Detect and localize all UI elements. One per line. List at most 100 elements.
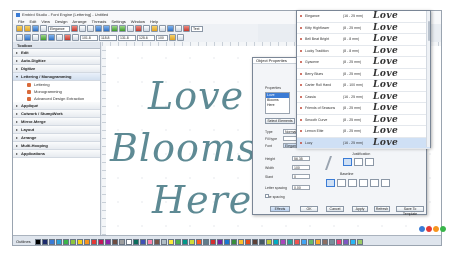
slant-field[interactable]: 0: [292, 174, 310, 179]
thread-color-swatch[interactable]: [167, 238, 174, 245]
menu-arrange[interactable]: Arrange: [72, 19, 86, 24]
justify-center-button[interactable]: [354, 158, 363, 166]
baseline-custom-button[interactable]: [381, 179, 390, 187]
save-button[interactable]: [32, 25, 39, 32]
design-text-here[interactable]: Here: [152, 178, 252, 222]
sidebar-subitem-extraction[interactable]: Advanced Design Extraction: [13, 95, 100, 102]
cut-button[interactable]: [71, 25, 78, 32]
scroll-thumb[interactable]: [427, 21, 430, 41]
copy-button[interactable]: [79, 25, 86, 32]
menu-help[interactable]: Help: [150, 19, 158, 24]
hoop-button[interactable]: [143, 25, 150, 32]
baseline-circle-button[interactable]: [359, 179, 368, 187]
thread-color-swatch[interactable]: [188, 238, 195, 245]
go-icon[interactable]: [440, 226, 446, 232]
baseline-wave-button[interactable]: [370, 179, 379, 187]
thread-color-swatch[interactable]: [34, 238, 41, 245]
apply-size-button[interactable]: [169, 34, 176, 41]
effects-button[interactable]: Effects: [270, 206, 290, 212]
select-tool-button[interactable]: [16, 34, 23, 41]
line-spacing-checkbox[interactable]: [265, 194, 269, 198]
sidebar-item-mirror-merge[interactable]: Mirror-Merge: [13, 118, 100, 126]
fill-type-field[interactable]: [283, 136, 297, 141]
mirror-button[interactable]: [40, 34, 47, 41]
thread-color-swatch[interactable]: [328, 238, 335, 245]
baseline-straight-button[interactable]: [326, 179, 335, 187]
font-list-scrollbar[interactable]: [426, 11, 430, 147]
rotate-button[interactable]: [32, 34, 39, 41]
sidebar-item-applique[interactable]: Appliqué: [13, 102, 100, 110]
thread-color-swatch[interactable]: [237, 238, 244, 245]
redo-button[interactable]: [103, 25, 110, 32]
thread-color-swatch[interactable]: [300, 238, 307, 245]
design-text-blooms[interactable]: Blooms: [110, 126, 257, 170]
letter-spacing-field[interactable]: 0.00: [292, 185, 310, 190]
thread-color-swatch[interactable]: [349, 238, 356, 245]
text-lines-listbox[interactable]: Love Blooms Here: [265, 92, 290, 114]
thread-color-swatch[interactable]: [41, 238, 48, 245]
font-list-item[interactable]: Gyacene (8 - 25 mm) Love: [297, 57, 430, 69]
menu-design[interactable]: Design: [55, 19, 67, 24]
preview-button[interactable]: [167, 25, 174, 32]
proportional-button[interactable]: [177, 34, 184, 41]
zoom-in-button[interactable]: [111, 25, 118, 32]
width-field[interactable]: 131.8: [118, 34, 136, 41]
thread-color-swatch[interactable]: [272, 238, 279, 245]
color-button[interactable]: [151, 25, 158, 32]
thread-color-swatch[interactable]: [216, 238, 223, 245]
sidebar-item-edit[interactable]: Edit: [13, 49, 100, 57]
thread-color-swatch[interactable]: [104, 238, 111, 245]
font-list-item[interactable]: Lucy (16 - 25 mm) Love: [297, 137, 430, 149]
width-field[interactable]: 100: [292, 165, 310, 170]
thread-color-swatch[interactable]: [48, 238, 55, 245]
type-field[interactable]: Normal: [283, 129, 297, 134]
open-folder-button[interactable]: [24, 25, 31, 32]
font-list-item[interactable]: Elegance (16 - 25 mm) Love: [297, 11, 430, 23]
node-tool-button[interactable]: [24, 34, 31, 41]
sidebar-subitem-monogramming[interactable]: Monogramming: [13, 88, 100, 95]
height-field[interactable]: 125.6: [137, 34, 155, 41]
thread-color-swatch[interactable]: [321, 238, 328, 245]
sidebar-item-digitize[interactable]: Digitize: [13, 65, 100, 73]
justify-right-button[interactable]: [365, 158, 374, 166]
thread-color-swatch[interactable]: [230, 238, 237, 245]
sidebar-subitem-lettering[interactable]: Lettering: [13, 81, 100, 88]
undo-button[interactable]: [95, 25, 102, 32]
thread-color-swatch[interactable]: [174, 238, 181, 245]
justify-left-button[interactable]: [343, 158, 352, 166]
thread-color-swatch[interactable]: [146, 238, 153, 245]
cancel-button[interactable]: Cancel: [326, 206, 344, 212]
thread-color-swatch[interactable]: [293, 238, 300, 245]
font-list-item[interactable]: Carter Roll Hand (8 - 100 mm) Love: [297, 80, 430, 92]
fullscreen-button[interactable]: [175, 25, 182, 32]
thread-color-swatch[interactable]: [356, 238, 363, 245]
thread-color-swatch[interactable]: [55, 238, 62, 245]
thread-color-swatch[interactable]: [118, 238, 125, 245]
thread-color-swatch[interactable]: [132, 238, 139, 245]
menu-edit[interactable]: Edit: [29, 19, 36, 24]
thread-color-swatch[interactable]: [111, 238, 118, 245]
thread-color-swatch[interactable]: [202, 238, 209, 245]
thread-color-swatch[interactable]: [342, 238, 349, 245]
sidebar-item-multi-hooping[interactable]: Multi-Hooping: [13, 142, 100, 150]
print-button[interactable]: [40, 25, 47, 32]
new-file-button[interactable]: [16, 25, 23, 32]
position-y-field[interactable]: 118.8: [99, 34, 117, 41]
font-list-item[interactable]: Cassia (16 - 25 mm) Love: [297, 92, 430, 103]
thread-color-swatch[interactable]: [83, 238, 90, 245]
font-list-item[interactable]: Lucky Tradition (8 - 8 mm) Love: [297, 46, 430, 57]
ok-button[interactable]: OK: [300, 206, 318, 212]
font-list-item[interactable]: Berry Blues (8 - 25 mm) Love: [297, 69, 430, 80]
sidebar-item-lettering[interactable]: Lettering / Monogramming: [13, 73, 100, 81]
thread-color-swatch[interactable]: [181, 238, 188, 245]
height-field[interactable]: 56.35: [292, 156, 310, 161]
font-list-item[interactable]: Bell Beat Bright (8 - 8 mm) Love: [297, 34, 430, 46]
sidebar-item-applications[interactable]: Applications: [13, 150, 100, 158]
thread-color-swatch[interactable]: [265, 238, 272, 245]
thread-color-swatch[interactable]: [195, 238, 202, 245]
thread-color-swatch[interactable]: [251, 238, 258, 245]
font-list-item[interactable]: Friends of Seasons (8 - 25 mm) Love: [297, 103, 430, 115]
baseline-arc-down-button[interactable]: [348, 179, 357, 187]
select-elements-button[interactable]: Select Elements: [265, 118, 295, 124]
apply-button[interactable]: Apply: [352, 206, 368, 212]
